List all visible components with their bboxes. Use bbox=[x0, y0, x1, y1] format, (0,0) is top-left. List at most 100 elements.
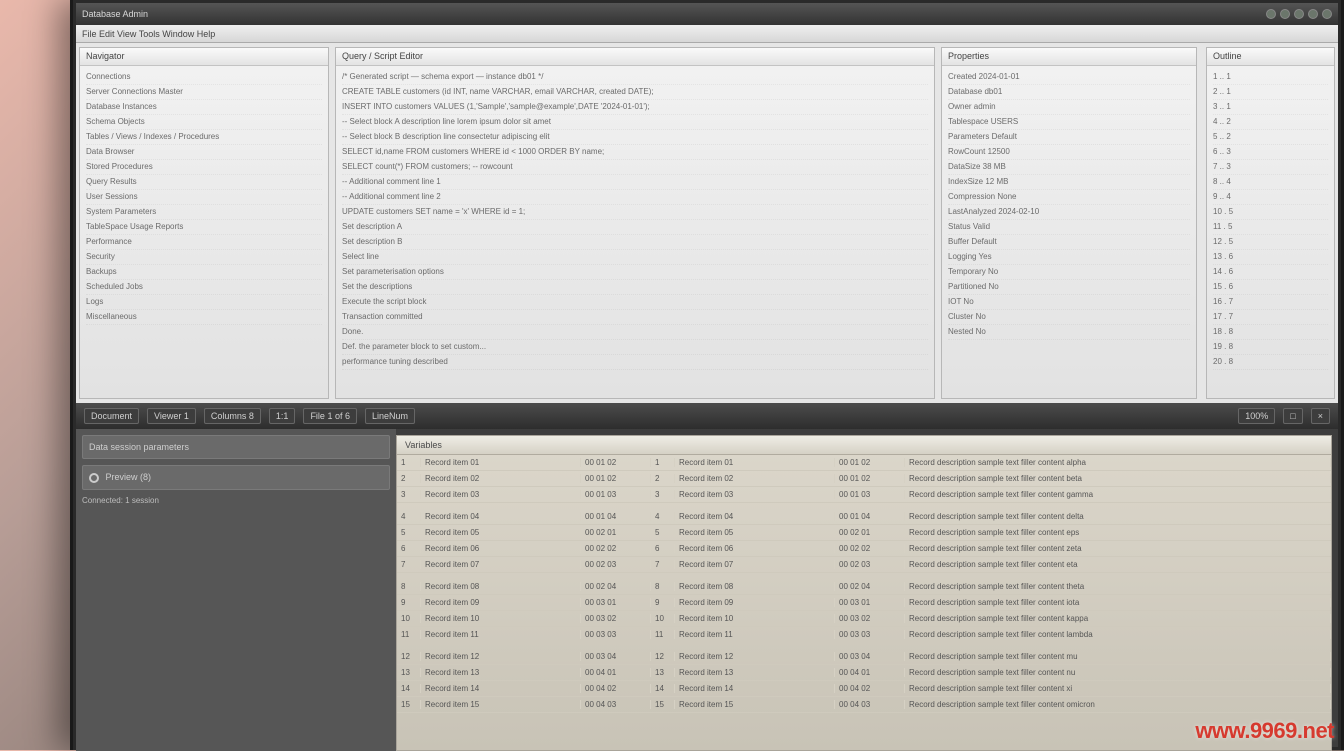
nav-item[interactable]: Scheduled Jobs bbox=[86, 280, 322, 295]
editor-line[interactable]: -- Additional comment line 2 bbox=[342, 190, 928, 205]
outline-line[interactable]: 13 . 6 bbox=[1213, 250, 1328, 265]
nav-item[interactable]: Backups bbox=[86, 265, 322, 280]
nav-item[interactable]: Query Results bbox=[86, 175, 322, 190]
nav-item[interactable]: Performance bbox=[86, 235, 322, 250]
outline-line[interactable]: 2 .. 1 bbox=[1213, 85, 1328, 100]
nav-item[interactable]: Stored Procedures bbox=[86, 160, 322, 175]
table-row[interactable]: 5Record item 0500 02 015Record item 0500… bbox=[397, 525, 1331, 541]
toolbar-button[interactable]: LineNum bbox=[365, 408, 415, 424]
table-row[interactable]: 7Record item 0700 02 037Record item 0700… bbox=[397, 557, 1331, 573]
menubar[interactable]: File Edit View Tools Window Help bbox=[76, 25, 1338, 43]
menubar-labels[interactable]: File Edit View Tools Window Help bbox=[82, 29, 215, 39]
preview-toggle[interactable]: Preview (8) bbox=[82, 465, 390, 490]
nav-item[interactable]: Server Connections Master bbox=[86, 85, 322, 100]
outline-line[interactable]: 7 .. 3 bbox=[1213, 160, 1328, 175]
editor-line[interactable]: SELECT id,name FROM customers WHERE id <… bbox=[342, 145, 928, 160]
table-row[interactable]: 1Record item 0100 01 021Record item 0100… bbox=[397, 455, 1331, 471]
outline-line[interactable]: 14 . 6 bbox=[1213, 265, 1328, 280]
outline-line[interactable]: 20 . 8 bbox=[1213, 355, 1328, 370]
editor-line[interactable]: Transaction committed bbox=[342, 310, 928, 325]
cell-value: 00 01 03 bbox=[581, 490, 651, 499]
cell-index: 9 bbox=[651, 598, 675, 607]
editor-line[interactable]: Execute the script block bbox=[342, 295, 928, 310]
outline-line[interactable]: 10 . 5 bbox=[1213, 205, 1328, 220]
nav-item[interactable]: Database Instances bbox=[86, 100, 322, 115]
table-row[interactable]: 2Record item 0200 01 022Record item 0200… bbox=[397, 471, 1331, 487]
outline-line[interactable]: 15 . 6 bbox=[1213, 280, 1328, 295]
table-row[interactable]: 13Record item 1300 04 0113Record item 13… bbox=[397, 665, 1331, 681]
editor-line[interactable]: CREATE TABLE customers (id INT, name VAR… bbox=[342, 85, 928, 100]
toolbar-button[interactable]: Viewer 1 bbox=[147, 408, 196, 424]
editor-line[interactable]: -- Additional comment line 1 bbox=[342, 175, 928, 190]
window-dot-icon[interactable] bbox=[1308, 9, 1318, 19]
outline-line[interactable]: 9 .. 4 bbox=[1213, 190, 1328, 205]
toolbar-button[interactable]: Document bbox=[84, 408, 139, 424]
table-row[interactable]: 8Record item 0800 02 048Record item 0800… bbox=[397, 579, 1331, 595]
outline-line[interactable]: 5 .. 2 bbox=[1213, 130, 1328, 145]
nav-item[interactable]: Connections bbox=[86, 70, 322, 85]
toolbar-button[interactable]: 100% bbox=[1238, 408, 1275, 424]
editor-line[interactable]: Set parameterisation options bbox=[342, 265, 928, 280]
table-row[interactable]: 15Record item 1500 04 0315Record item 15… bbox=[397, 697, 1331, 713]
editor-line[interactable]: Set description A bbox=[342, 220, 928, 235]
toolbar-button[interactable]: 1:1 bbox=[269, 408, 296, 424]
table-row[interactable]: 3Record item 0300 01 033Record item 0300… bbox=[397, 487, 1331, 503]
editor-line[interactable]: Select line bbox=[342, 250, 928, 265]
outline-line[interactable]: 17 . 7 bbox=[1213, 310, 1328, 325]
nav-item[interactable]: User Sessions bbox=[86, 190, 322, 205]
outline-line[interactable]: 8 .. 4 bbox=[1213, 175, 1328, 190]
editor-line[interactable]: -- Select block A description line lorem… bbox=[342, 115, 928, 130]
nav-item[interactable]: Schema Objects bbox=[86, 115, 322, 130]
toolbar-button[interactable]: × bbox=[1311, 408, 1330, 424]
editor-line[interactable]: SELECT count(*) FROM customers; -- rowco… bbox=[342, 160, 928, 175]
table-row[interactable]: 9Record item 0900 03 019Record item 0900… bbox=[397, 595, 1331, 611]
outline-line[interactable]: 16 . 7 bbox=[1213, 295, 1328, 310]
property-row: LastAnalyzed 2024-02-10 bbox=[948, 205, 1190, 220]
nav-item[interactable]: Miscellaneous bbox=[86, 310, 322, 325]
editor-line[interactable]: -- Select block B description line conse… bbox=[342, 130, 928, 145]
outline-line[interactable]: 19 . 8 bbox=[1213, 340, 1328, 355]
editor-line[interactable]: UPDATE customers SET name = 'x' WHERE id… bbox=[342, 205, 928, 220]
outline-line[interactable]: 18 . 8 bbox=[1213, 325, 1328, 340]
table-row[interactable]: 10Record item 1000 03 0210Record item 10… bbox=[397, 611, 1331, 627]
window-dot-icon[interactable] bbox=[1280, 9, 1290, 19]
editor-line[interactable]: Def. the parameter block to set custom..… bbox=[342, 340, 928, 355]
editor-pane: Query / Script Editor /* Generated scrip… bbox=[335, 47, 935, 399]
window-dot-icon[interactable] bbox=[1322, 9, 1332, 19]
nav-item[interactable]: Logs bbox=[86, 295, 322, 310]
outline-line[interactable]: 6 .. 3 bbox=[1213, 145, 1328, 160]
screen: Database Admin File Edit View Tools Wind… bbox=[76, 3, 1338, 747]
outline-line[interactable]: 11 . 5 bbox=[1213, 220, 1328, 235]
cell-desc: Record description sample text filler co… bbox=[905, 668, 1331, 677]
nav-item[interactable]: Security bbox=[86, 250, 322, 265]
toolbar-button[interactable]: □ bbox=[1283, 408, 1302, 424]
property-row: Buffer Default bbox=[948, 235, 1190, 250]
table-row[interactable]: 14Record item 1400 04 0214Record item 14… bbox=[397, 681, 1331, 697]
table-row[interactable]: 4Record item 0400 01 044Record item 0400… bbox=[397, 509, 1331, 525]
outline-line[interactable]: 1 .. 1 bbox=[1213, 70, 1328, 85]
monitor-frame: Database Admin File Edit View Tools Wind… bbox=[70, 0, 1344, 750]
table-row[interactable]: 6Record item 0600 02 026Record item 0600… bbox=[397, 541, 1331, 557]
table-row[interactable]: 12Record item 1200 03 0412Record item 12… bbox=[397, 649, 1331, 665]
toolbar-button[interactable]: Columns 8 bbox=[204, 408, 261, 424]
outline-line[interactable]: 12 . 5 bbox=[1213, 235, 1328, 250]
outline-line[interactable]: 4 .. 2 bbox=[1213, 115, 1328, 130]
editor-line[interactable]: Set description B bbox=[342, 235, 928, 250]
window-dot-icon[interactable] bbox=[1294, 9, 1304, 19]
editor-line[interactable]: Done. bbox=[342, 325, 928, 340]
cell-value: 00 01 02 bbox=[835, 474, 905, 483]
editor-line[interactable]: /* Generated script — schema export — in… bbox=[342, 70, 928, 85]
editor-line[interactable]: INSERT INTO customers VALUES (1,'Sample'… bbox=[342, 100, 928, 115]
editor-line[interactable]: Set the descriptions bbox=[342, 280, 928, 295]
radio-icon[interactable] bbox=[89, 473, 99, 483]
nav-item[interactable]: Tables / Views / Indexes / Procedures bbox=[86, 130, 322, 145]
nav-item[interactable]: System Parameters bbox=[86, 205, 322, 220]
outline-line[interactable]: 3 .. 1 bbox=[1213, 100, 1328, 115]
cell-index: 10 bbox=[651, 614, 675, 623]
editor-line[interactable]: performance tuning described bbox=[342, 355, 928, 370]
toolbar-button[interactable]: File 1 of 6 bbox=[303, 408, 357, 424]
nav-item[interactable]: TableSpace Usage Reports bbox=[86, 220, 322, 235]
nav-item[interactable]: Data Browser bbox=[86, 145, 322, 160]
window-dot-icon[interactable] bbox=[1266, 9, 1276, 19]
table-row[interactable]: 11Record item 1100 03 0311Record item 11… bbox=[397, 627, 1331, 643]
